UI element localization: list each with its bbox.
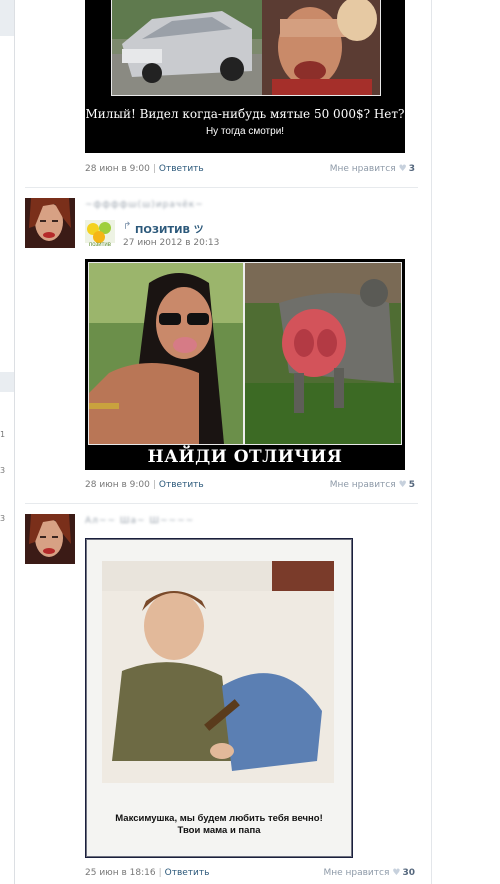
post3-author-avatar[interactable]: [25, 514, 75, 564]
post1-caption-line2: Ну тогда смотри!: [205, 126, 285, 137]
heart-icon: ♥: [398, 164, 407, 174]
post2-photo: [88, 262, 402, 445]
post2-reply-link[interactable]: Ответить: [159, 480, 204, 490]
post1-photo: [111, 0, 381, 96]
post-divider: [25, 503, 418, 504]
post-divider: [25, 187, 418, 188]
post2-group-date[interactable]: 27 июн 2012 в 20:13: [123, 238, 219, 248]
post1-caption-line1: Милый! Видел когда-нибудь мятые 50 000$?…: [85, 107, 405, 121]
post1-like-button[interactable]: Мне нравится ♥ 3: [330, 164, 415, 174]
repost-arrow-icon: ↱: [123, 221, 132, 232]
left-sidebar-edge: 1 3 3: [0, 0, 14, 884]
post2-like-count: 5: [408, 480, 415, 490]
post3-like-label: Мне нравится: [323, 868, 390, 878]
post3-like-button[interactable]: Мне нравится ♥ 30: [323, 868, 415, 878]
sidebar-count: 1: [0, 430, 6, 439]
post3-caption-line2: Твои мама и папа: [177, 825, 261, 836]
heart-icon: ♥: [392, 868, 401, 878]
post2-like-label: Мне нравится: [329, 480, 396, 490]
post2-motivator-image[interactable]: НАЙДИ ОТЛИЧИЯ: [85, 259, 405, 470]
sidebar-block: [0, 0, 14, 36]
column-separator: [431, 0, 432, 884]
post3-date[interactable]: 25 июн в 18:16: [85, 868, 156, 878]
sidebar-block: [0, 372, 14, 392]
heart-icon: ♥: [398, 480, 407, 490]
column-separator: [14, 0, 15, 884]
post1-date[interactable]: 28 июн в 9:00: [85, 164, 150, 174]
post2-date[interactable]: 28 июн в 9:00: [85, 480, 150, 490]
post1-like-label: Мне нравится: [329, 164, 396, 174]
post3-author-name[interactable]: Ал~~ Ша~ Ш~~~~: [85, 516, 194, 526]
post2-caption: НАЙДИ ОТЛИЧИЯ: [147, 447, 343, 467]
post1-like-count: 3: [408, 164, 415, 174]
post2-group-avatar[interactable]: позитив: [85, 220, 115, 250]
post3-caption-line1: Максимушка, мы будем любить тебя вечно!: [115, 813, 323, 824]
post2-like-button[interactable]: Мне нравится ♥ 5: [330, 480, 415, 490]
sidebar-count: 3: [0, 514, 6, 523]
post3-meta: 25 июн в 18:16 | Ответить: [85, 868, 210, 878]
post1-reply-link[interactable]: Ответить: [159, 164, 204, 174]
post2-meta: 28 июн в 9:00 | Ответить: [85, 480, 204, 490]
post3-photo: [102, 561, 334, 783]
post2-group-name[interactable]: ПОЗИТИВ ツ: [135, 221, 204, 236]
post2-author-avatar[interactable]: [25, 198, 75, 248]
post1-meta: 28 июн в 9:00 | Ответить: [85, 164, 204, 174]
post2-author-name[interactable]: ~ффффш(ш)ирачёк~: [85, 200, 204, 210]
post3-photo-card[interactable]: Максимушка, мы будем любить тебя вечно! …: [85, 538, 353, 858]
post3-reply-link[interactable]: Ответить: [165, 868, 210, 878]
post1-motivator-image[interactable]: Милый! Видел когда-нибудь мятые 50 000$?…: [85, 0, 405, 153]
post3-like-count: 30: [402, 868, 415, 878]
sidebar-count: 3: [0, 466, 6, 475]
group-avatar-label: позитив: [89, 242, 111, 248]
